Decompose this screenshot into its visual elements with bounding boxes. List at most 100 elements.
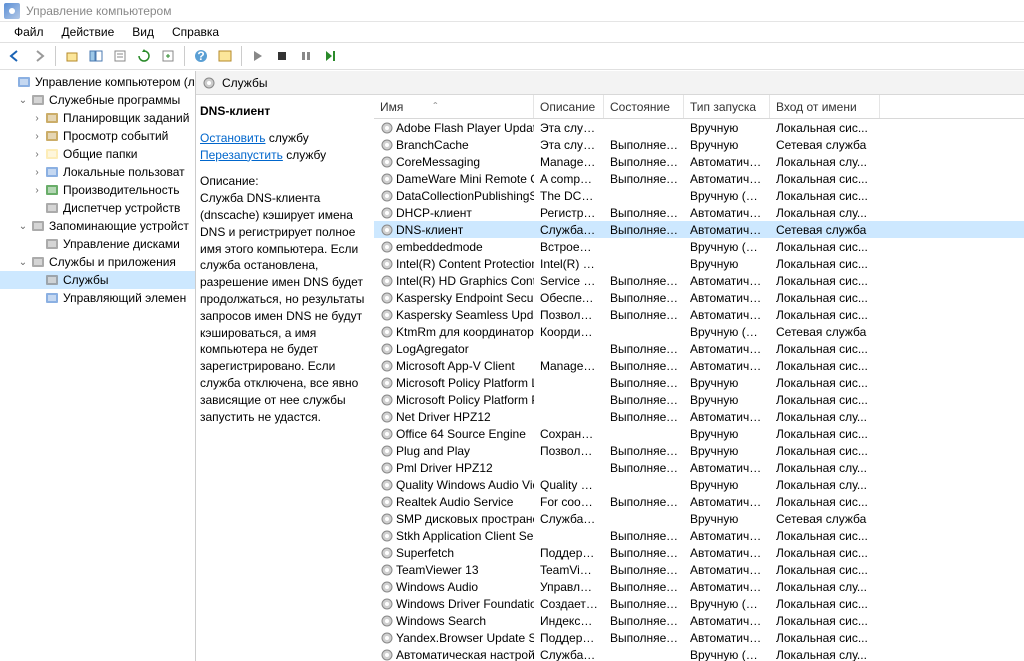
service-row[interactable]: LogAgregatorВыполняетсяАвтоматиче...Лока… — [374, 340, 1024, 357]
tree-item[interactable]: Управляющий элемен — [0, 289, 195, 307]
play-button[interactable] — [247, 45, 269, 67]
service-row[interactable]: Microsoft Policy Platform L...Выполняетс… — [374, 374, 1024, 391]
tree-label: Управление дисками — [63, 237, 180, 251]
service-row[interactable]: Adobe Flash Player Update ...Эта служб..… — [374, 119, 1024, 136]
stop-link[interactable]: Остановить — [200, 131, 266, 145]
tree-item[interactable]: ›Просмотр событий — [0, 127, 195, 145]
back-button[interactable] — [4, 45, 26, 67]
service-row[interactable]: Kaspersky Seamless Update ...Позволяет..… — [374, 306, 1024, 323]
col-name[interactable]: Имя — [374, 95, 534, 118]
service-row[interactable]: KtmRm для координатора ...Координи...Вру… — [374, 323, 1024, 340]
twisty-icon[interactable]: › — [30, 149, 44, 160]
properties-button[interactable] — [109, 45, 131, 67]
service-row[interactable]: DNS-клиентСлужба D...ВыполняетсяАвтомати… — [374, 221, 1024, 238]
filter-button[interactable] — [214, 45, 236, 67]
separator — [241, 46, 242, 66]
service-row[interactable]: TeamViewer 13TeamView...ВыполняетсяАвтом… — [374, 561, 1024, 578]
cell-name: BranchCache — [374, 138, 534, 152]
service-row[interactable]: DHCP-клиентРегистрир...ВыполняетсяАвтома… — [374, 204, 1024, 221]
service-row[interactable]: Stkh Application Client Serv...Выполняет… — [374, 527, 1024, 544]
restart-button[interactable] — [319, 45, 341, 67]
col-logon[interactable]: Вход от имени — [770, 95, 880, 118]
service-row[interactable]: CoreMessagingManages c...ВыполняетсяАвто… — [374, 153, 1024, 170]
cell-startup: Вручную — [684, 138, 770, 152]
tree-item[interactable]: ⌄Запоминающие устройст — [0, 217, 195, 235]
service-row[interactable]: Microsoft App-V ClientManages A...Выполн… — [374, 357, 1024, 374]
help-button[interactable]: ? — [190, 45, 212, 67]
tree-item[interactable]: Диспетчер устройств — [0, 199, 195, 217]
twisty-icon[interactable]: › — [30, 185, 44, 196]
cell-desc: Поддержи... — [534, 631, 604, 645]
tree-item[interactable]: ›Планировщик заданий — [0, 109, 195, 127]
tree-item[interactable]: ⌄Службы и приложения — [0, 253, 195, 271]
restart-link[interactable]: Перезапустить — [200, 148, 283, 162]
twisty-icon[interactable]: › — [30, 167, 44, 178]
twisty-icon[interactable]: › — [30, 113, 44, 124]
service-row[interactable]: DataCollectionPublishingSe...The DCP (..… — [374, 187, 1024, 204]
window-title: Управление компьютером — [26, 4, 171, 18]
twisty-icon[interactable]: ⌄ — [16, 221, 30, 232]
service-row[interactable]: Windows Driver Foundation...Создает п...… — [374, 595, 1024, 612]
tree-item[interactable]: Управление дисками — [0, 235, 195, 253]
menu-view[interactable]: Вид — [124, 23, 162, 41]
service-row[interactable]: Kaspersky Endpoint Securit...Обеспечи...… — [374, 289, 1024, 306]
cell-state: Выполняется — [604, 563, 684, 577]
twisty-icon[interactable]: ⌄ — [16, 95, 30, 106]
service-row[interactable]: Net Driver HPZ12ВыполняетсяАвтоматиче...… — [374, 408, 1024, 425]
menu-help[interactable]: Справка — [164, 23, 227, 41]
service-row[interactable]: Intel(R) HD Graphics Contro...Service fo… — [374, 272, 1024, 289]
service-row[interactable]: BranchCacheЭта служб...ВыполняетсяВручну… — [374, 136, 1024, 153]
col-startup[interactable]: Тип запуска — [684, 95, 770, 118]
grid-body[interactable]: Adobe Flash Player Update ...Эта служб..… — [374, 119, 1024, 661]
tree-item[interactable]: ⌄Служебные программы — [0, 91, 195, 109]
menu-file[interactable]: Файл — [6, 23, 52, 41]
cell-name: Superfetch — [374, 546, 534, 560]
cell-name: Office 64 Source Engine — [374, 427, 534, 441]
service-row[interactable]: SMP дисковых пространст...Служба уз...Вр… — [374, 510, 1024, 527]
tree-item[interactable]: ›Общие папки — [0, 145, 195, 163]
twisty-icon[interactable]: › — [30, 131, 44, 142]
gear-icon — [380, 342, 394, 356]
col-desc[interactable]: Описание — [534, 95, 604, 118]
tree-item[interactable]: ›Локальные пользоват — [0, 163, 195, 181]
cell-logon: Локальная сис... — [770, 376, 880, 390]
nav-tree[interactable]: Управление компьютером (л⌄Служебные прог… — [0, 71, 196, 661]
service-row[interactable]: Office 64 Source EngineСохранен...Вручну… — [374, 425, 1024, 442]
cell-state: Выполняется — [604, 410, 684, 424]
cell-logon: Локальная сис... — [770, 359, 880, 373]
col-state[interactable]: Состояние — [604, 95, 684, 118]
cell-name: Kaspersky Endpoint Securit... — [374, 291, 534, 305]
up-button[interactable] — [61, 45, 83, 67]
cell-name: embeddedmode — [374, 240, 534, 254]
menu-action[interactable]: Действие — [54, 23, 123, 41]
service-row[interactable]: Pml Driver HPZ12ВыполняетсяАвтоматиче...… — [374, 459, 1024, 476]
export-button[interactable] — [157, 45, 179, 67]
forward-button[interactable] — [28, 45, 50, 67]
service-row[interactable]: embeddedmodeВстроенн...Вручную (ак...Лок… — [374, 238, 1024, 255]
service-row[interactable]: Plug and PlayПозволяе...ВыполняетсяВручн… — [374, 442, 1024, 459]
pause-button[interactable] — [295, 45, 317, 67]
service-row[interactable]: Windows SearchИндексир...ВыполняетсяАвто… — [374, 612, 1024, 629]
gear-icon — [380, 172, 394, 186]
service-row[interactable]: DameWare Mini Remote Co...A compon...Вып… — [374, 170, 1024, 187]
tree-item[interactable]: ›Производительность — [0, 181, 195, 199]
service-row[interactable]: Realtek Audio ServiceFor cooper...Выполн… — [374, 493, 1024, 510]
cell-name: DataCollectionPublishingSe... — [374, 189, 534, 203]
service-row[interactable]: Quality Windows Audio Vid...Quality Wi..… — [374, 476, 1024, 493]
refresh-button[interactable] — [133, 45, 155, 67]
cell-startup: Вручную — [684, 393, 770, 407]
cell-state: Выполняется — [604, 546, 684, 560]
service-row[interactable]: Intel(R) Content Protection ...Intel(R) … — [374, 255, 1024, 272]
service-row[interactable]: SuperfetchПоддержи...ВыполняетсяАвтомати… — [374, 544, 1024, 561]
show-hide-tree-button[interactable] — [85, 45, 107, 67]
cell-startup: Автоматиче... — [684, 631, 770, 645]
service-row[interactable]: Windows AudioУправлен...ВыполняетсяАвтом… — [374, 578, 1024, 595]
stop-button[interactable] — [271, 45, 293, 67]
twisty-icon[interactable]: ⌄ — [16, 257, 30, 268]
cell-startup: Вручную (ак... — [684, 648, 770, 661]
tree-item[interactable]: Службы — [0, 271, 195, 289]
service-row[interactable]: Microsoft Policy Platform P...Выполняетс… — [374, 391, 1024, 408]
service-row[interactable]: Yandex.Browser Update Se...Поддержи...Вы… — [374, 629, 1024, 646]
service-row[interactable]: Автоматическая настройк...Служба ав...Вр… — [374, 646, 1024, 661]
tree-item[interactable]: Управление компьютером (л — [0, 73, 195, 91]
